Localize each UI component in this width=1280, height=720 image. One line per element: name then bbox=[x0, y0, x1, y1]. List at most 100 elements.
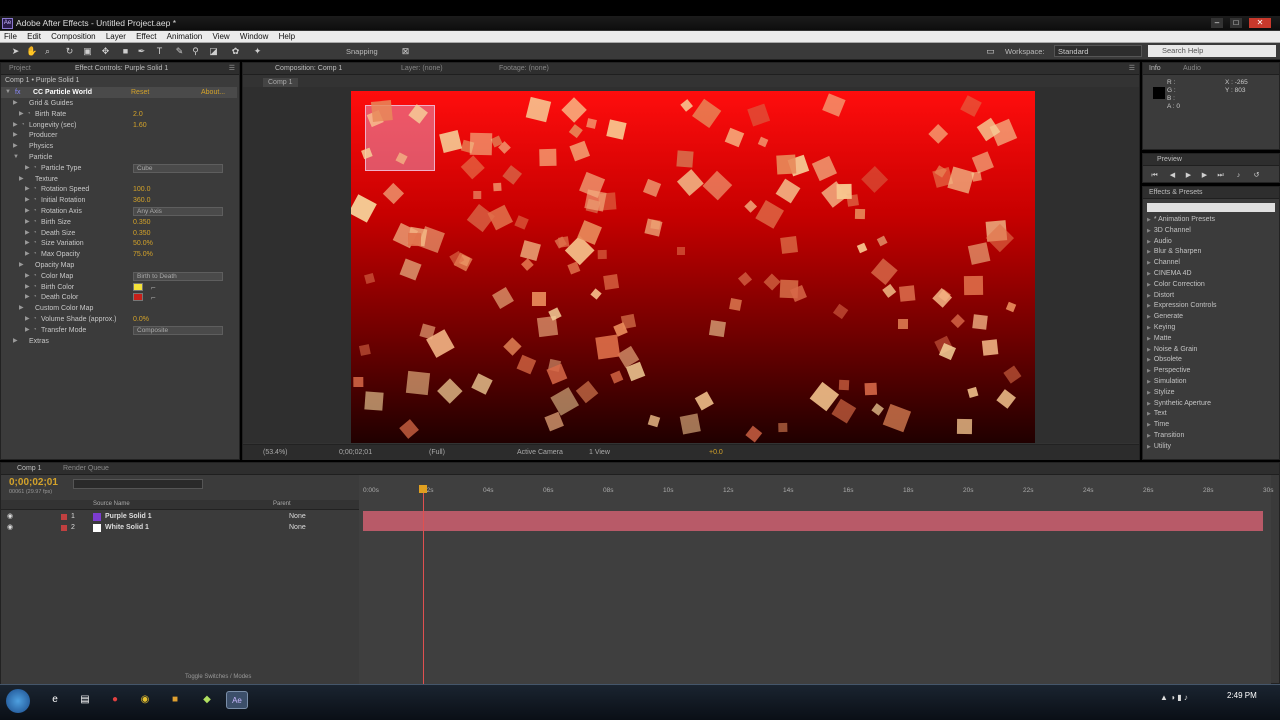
layer-search-input[interactable] bbox=[73, 479, 203, 489]
expand-triangle-icon[interactable]: ▶ bbox=[1147, 249, 1151, 255]
stopwatch-icon[interactable]: ◔ bbox=[33, 282, 37, 293]
effect-category-item[interactable]: ▶ Color Correction bbox=[1147, 281, 1205, 288]
stopwatch-icon[interactable]: ◔ bbox=[33, 195, 37, 206]
menu-view[interactable]: View bbox=[208, 31, 233, 41]
parent-select[interactable]: None bbox=[289, 512, 306, 522]
timeline-timecode[interactable]: 0;00;02;01 bbox=[9, 477, 58, 488]
effect-property-row[interactable]: ▶ Grid & Guides bbox=[1, 98, 237, 109]
expand-triangle-icon[interactable]: ▶ bbox=[19, 174, 24, 185]
expand-triangle-icon[interactable]: ▶ bbox=[25, 163, 30, 174]
property-dropdown[interactable]: Composite bbox=[133, 325, 223, 335]
type-tool-icon[interactable]: T bbox=[154, 46, 165, 57]
expand-triangle-icon[interactable]: ▶ bbox=[1147, 390, 1151, 396]
expand-triangle-icon[interactable]: ▶ bbox=[25, 249, 30, 260]
tab-layer[interactable]: Layer: (none) bbox=[401, 65, 443, 72]
toggle-switches-modes[interactable]: Toggle Switches / Modes bbox=[185, 674, 251, 680]
pen-tool-icon[interactable]: ✒ bbox=[136, 46, 147, 57]
expand-triangle-icon[interactable]: ▶ bbox=[1147, 293, 1151, 299]
tab-footage[interactable]: Footage: (none) bbox=[499, 65, 549, 72]
play-icon[interactable]: ▶ bbox=[1183, 170, 1194, 181]
effect-property-row[interactable]: ▶ Extras bbox=[1, 336, 237, 347]
effect-category-item[interactable]: ▶ 3D Channel bbox=[1147, 227, 1191, 234]
effect-property-row[interactable]: ▼ Particle bbox=[1, 152, 237, 163]
stopwatch-icon[interactable]: ◔ bbox=[27, 109, 31, 120]
visibility-eye-icon[interactable]: ◉ bbox=[7, 512, 13, 522]
explorer-icon[interactable]: ▤ bbox=[74, 691, 96, 709]
expand-triangle-icon[interactable]: ▶ bbox=[13, 141, 18, 152]
property-value[interactable]: 2.0 bbox=[133, 109, 143, 120]
expand-triangle-icon[interactable]: ▶ bbox=[13, 336, 18, 347]
effect-property-row[interactable]: ▶ ◔ Particle Type Cube bbox=[1, 163, 237, 174]
effect-property-row[interactable]: ▶ Texture bbox=[1, 174, 237, 185]
puppet-tool-icon[interactable]: ✦ bbox=[252, 46, 263, 57]
tab-audio[interactable]: Audio bbox=[1183, 65, 1201, 72]
rotate-tool-icon[interactable]: ↻ bbox=[64, 46, 75, 57]
effect-property-row[interactable]: ▶ Custom Color Map bbox=[1, 303, 237, 314]
expand-triangle-icon[interactable]: ▶ bbox=[19, 303, 24, 314]
effect-category-item[interactable]: ▶ Blur & Sharpen bbox=[1147, 248, 1201, 255]
stopwatch-icon[interactable]: ◔ bbox=[33, 238, 37, 249]
effect-property-row[interactable]: ▶ Physics bbox=[1, 141, 237, 152]
effect-category-item[interactable]: ▶ Generate bbox=[1147, 313, 1183, 320]
menu-composition[interactable]: Composition bbox=[47, 31, 99, 41]
effect-property-row[interactable]: ▶ ◔ Size Variation 50.0% bbox=[1, 238, 237, 249]
effect-property-row[interactable]: ▶ ◔ Rotation Speed 100.0 bbox=[1, 184, 237, 195]
panel-menu-icon[interactable]: ☰ bbox=[229, 64, 235, 72]
stopwatch-icon[interactable]: ◔ bbox=[33, 314, 37, 325]
effect-category-item[interactable]: ▶ Expression Controls bbox=[1147, 302, 1217, 309]
menu-window[interactable]: Window bbox=[236, 31, 272, 41]
pan-behind-tool-icon[interactable]: ✥ bbox=[100, 46, 111, 57]
camera-select[interactable]: Active Camera bbox=[517, 449, 563, 456]
rectangle-tool-icon[interactable]: ■ bbox=[120, 46, 131, 57]
menu-animation[interactable]: Animation bbox=[163, 31, 207, 41]
property-value[interactable]: 100.0 bbox=[133, 184, 151, 195]
menu-help[interactable]: Help bbox=[275, 31, 299, 41]
camera-tool-icon[interactable]: ▣ bbox=[82, 46, 93, 57]
playhead-handle[interactable] bbox=[419, 485, 427, 493]
expand-triangle-icon[interactable]: ▶ bbox=[25, 292, 30, 303]
last-frame-icon[interactable]: ⏭ bbox=[1215, 170, 1226, 181]
effect-category-item[interactable]: ▶ Distort bbox=[1147, 292, 1174, 299]
effect-property-row[interactable]: ▶ ◔ Longevity (sec) 1.60 bbox=[1, 120, 237, 131]
maximize-button[interactable]: □ bbox=[1230, 18, 1242, 28]
expand-triangle-icon[interactable]: ▶ bbox=[1147, 368, 1151, 374]
effect-property-row[interactable]: ▶ ◔ Color Map Birth to Death bbox=[1, 271, 237, 282]
roto-brush-tool-icon[interactable]: ✿ bbox=[230, 46, 241, 57]
effect-category-item[interactable]: ▶ Stylize bbox=[1147, 389, 1174, 396]
effect-property-row[interactable]: ▶ ◔ Rotation Axis Any Axis bbox=[1, 206, 237, 217]
clock[interactable]: 2:49 PM bbox=[1227, 691, 1257, 700]
property-dropdown[interactable]: Birth to Death bbox=[133, 271, 223, 281]
expand-triangle-icon[interactable]: ▶ bbox=[19, 260, 24, 271]
menu-layer[interactable]: Layer bbox=[102, 31, 130, 41]
tab-composition[interactable]: Composition: Comp 1 bbox=[275, 65, 342, 72]
col-source-name[interactable]: Source Name bbox=[93, 501, 130, 507]
property-dropdown[interactable]: Any Axis bbox=[133, 207, 223, 216]
stopwatch-icon[interactable]: ◔ bbox=[33, 325, 37, 336]
comp-canvas[interactable] bbox=[351, 91, 1035, 443]
effect-header-row[interactable]: ▼ fx CC Particle World Reset About... bbox=[1, 87, 237, 98]
expand-triangle-icon[interactable]: ▶ bbox=[13, 98, 18, 109]
snapping-label[interactable]: Snapping bbox=[346, 47, 378, 56]
current-time-indicator[interactable] bbox=[423, 487, 424, 685]
stopwatch-icon[interactable]: ◔ bbox=[33, 271, 37, 282]
tab-info[interactable]: Info bbox=[1149, 65, 1161, 72]
comp-viewer[interactable] bbox=[243, 87, 1139, 443]
expand-effect-icon[interactable]: ▼ bbox=[5, 87, 11, 98]
property-value[interactable]: 75.0% bbox=[133, 249, 153, 260]
effect-category-item[interactable]: ▶ Channel bbox=[1147, 259, 1180, 266]
stopwatch-icon[interactable]: ◔ bbox=[33, 206, 37, 217]
color-swatch[interactable] bbox=[133, 282, 143, 291]
expand-triangle-icon[interactable]: ▶ bbox=[13, 130, 18, 141]
minimize-button[interactable]: – bbox=[1211, 18, 1223, 28]
effects-search-input[interactable] bbox=[1147, 203, 1275, 212]
tab-preview[interactable]: Preview bbox=[1157, 156, 1182, 163]
effect-category-item[interactable]: ▶ Matte bbox=[1147, 335, 1171, 342]
effect-property-row[interactable]: ▶ ◔ Death Color ⌐ bbox=[1, 292, 237, 303]
layer-source-name[interactable]: Purple Solid 1 bbox=[105, 512, 152, 522]
effect-property-row[interactable]: ▶ ◔ Birth Rate 2.0 bbox=[1, 109, 237, 120]
hand-tool-icon[interactable]: ✋ bbox=[26, 46, 37, 57]
start-button[interactable] bbox=[6, 689, 30, 713]
effect-category-item[interactable]: ▶ Text bbox=[1147, 410, 1167, 417]
effect-category-item[interactable]: ▶ Perspective bbox=[1147, 367, 1190, 374]
expand-triangle-icon[interactable]: ▶ bbox=[1147, 347, 1151, 353]
